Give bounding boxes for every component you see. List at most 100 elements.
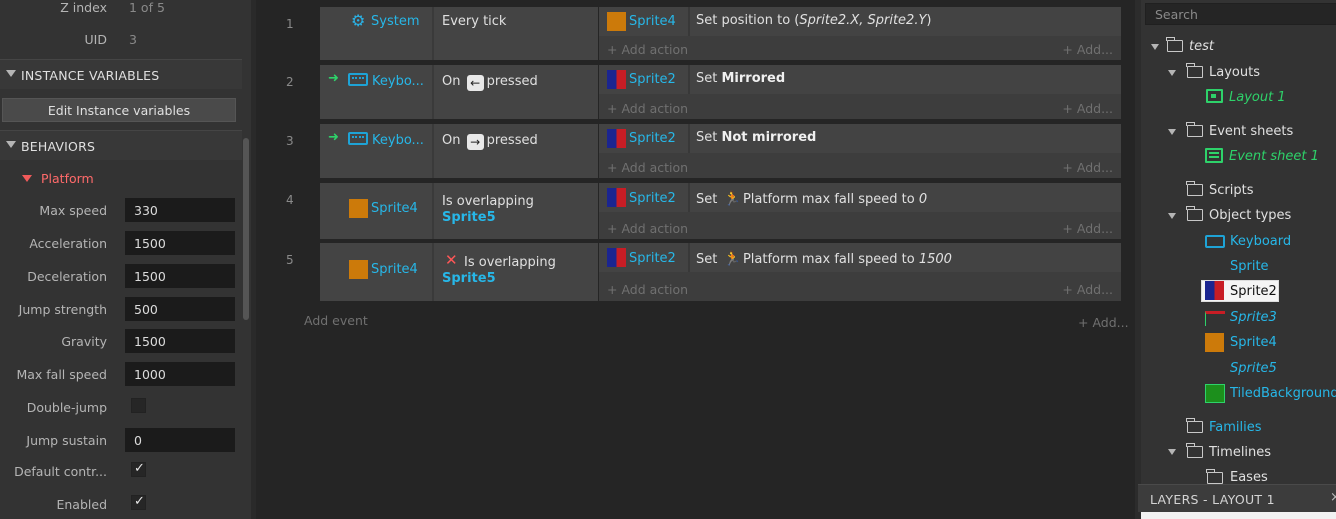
add-menu-link[interactable]: + Add... xyxy=(1062,282,1113,297)
condition-text[interactable]: Is overlapping xyxy=(464,255,556,270)
tree-item-tiledbackground[interactable]: TiledBackground xyxy=(1230,386,1336,401)
add-action-link[interactable]: + Add action xyxy=(607,42,688,57)
jump-sustain-input[interactable]: 0 xyxy=(125,428,235,452)
divider xyxy=(432,124,434,178)
condition-area[interactable]: Sprite4 Is overlapping Sprite5 xyxy=(320,183,598,239)
properties-scrollbar[interactable] xyxy=(243,138,249,320)
expand-triangle-icon[interactable] xyxy=(1168,213,1176,219)
prop-label: Gravity xyxy=(61,334,107,349)
enabled-checkbox[interactable] xyxy=(131,494,146,510)
edit-instance-variables-button[interactable]: Edit Instance variables xyxy=(2,98,236,122)
condition-object-name: Keybo... xyxy=(372,133,424,148)
tree-folder-timelines[interactable]: Timelines xyxy=(1209,445,1271,460)
tree-folder-layouts[interactable]: Layouts xyxy=(1209,65,1260,80)
sprite2-icon xyxy=(1205,281,1224,300)
prop-label: Jump strength xyxy=(18,302,107,317)
expand-triangle-icon[interactable] xyxy=(1151,44,1159,50)
prop-row-max-speed: Max speed 330 xyxy=(0,197,242,225)
close-icon[interactable]: × xyxy=(1330,490,1336,505)
condition-object[interactable]: ⚙ System xyxy=(320,7,432,60)
action-text: Set Mirrored xyxy=(696,71,786,86)
add-action-link[interactable]: + Add action xyxy=(607,101,688,116)
tree-folder-families[interactable]: Families xyxy=(1209,420,1262,435)
expand-triangle-icon[interactable] xyxy=(1168,70,1176,76)
add-action-link[interactable]: + Add action xyxy=(607,160,688,175)
action-row[interactable]: Sprite2 Set 🏃 Platform max fall speed to … xyxy=(599,183,1121,212)
add-event-link[interactable]: Add event xyxy=(304,313,368,328)
tree-item-sprite3[interactable]: Sprite3 xyxy=(1230,310,1277,325)
condition-area[interactable]: ➜ Keybo... On → pressed xyxy=(320,124,598,178)
tree-item-keyboard[interactable]: Keyboard xyxy=(1230,234,1291,249)
condition-area[interactable]: ⚙ System Every tick xyxy=(320,7,598,60)
tree-item-layout1[interactable]: Layout 1 xyxy=(1229,90,1286,105)
double-jump-checkbox[interactable] xyxy=(131,398,146,413)
event-block-2[interactable]: 2 ➜ Keybo... On ← pressed Sprite2 Set Mir… xyxy=(256,65,1135,119)
acceleration-input[interactable]: 1500 xyxy=(125,231,235,255)
condition-area[interactable]: Sprite4 ✕ Is overlapping Sprite5 xyxy=(320,243,598,301)
action-object-name: Sprite2 xyxy=(629,251,676,266)
prop-label: Max fall speed xyxy=(16,367,107,382)
action-row[interactable]: Sprite4 Set position to (Sprite2.X, Spri… xyxy=(599,7,1121,36)
keyboard-icon xyxy=(348,132,368,145)
max-fall-speed-input[interactable]: 1000 xyxy=(125,362,235,386)
condition-object-name: Keybo... xyxy=(372,74,424,89)
condition-text[interactable]: Every tick xyxy=(442,14,506,29)
tree-folder-object-types[interactable]: Object types xyxy=(1209,208,1291,223)
event-block-1[interactable]: 1 ⚙ System Every tick Sprite4 Set positi… xyxy=(256,7,1135,61)
tree-folder-event-sheets[interactable]: Event sheets xyxy=(1209,124,1293,139)
add-action-link[interactable]: + Add action xyxy=(607,282,688,297)
condition-target[interactable]: Sprite5 xyxy=(442,271,496,286)
action-row[interactable]: Sprite2 Set 🏃 Platform max fall speed to … xyxy=(599,243,1121,272)
expand-triangle-icon[interactable] xyxy=(1168,449,1176,455)
layout-icon xyxy=(1206,89,1223,103)
sprite4-icon xyxy=(607,12,626,31)
action-row[interactable]: Sprite2 Set Not mirrored xyxy=(599,124,1121,153)
add-menu-link[interactable]: + Add... xyxy=(1062,101,1113,116)
tree-item-sprite4[interactable]: Sprite4 xyxy=(1230,335,1277,350)
prop-value: 3 xyxy=(129,32,137,47)
section-instance-variables[interactable]: INSTANCE VARIABLES xyxy=(0,59,242,89)
tree-item-sprite[interactable]: Sprite xyxy=(1230,259,1269,274)
default-controls-checkbox[interactable] xyxy=(131,461,146,477)
condition-text[interactable]: On ← pressed xyxy=(442,74,538,91)
condition-text[interactable]: On → pressed xyxy=(442,133,538,150)
condition-object[interactable]: Sprite4 xyxy=(320,183,432,239)
add-menu-link[interactable]: + Add... xyxy=(1062,42,1113,57)
condition-target[interactable]: Sprite5 xyxy=(442,210,496,225)
prop-row-jump-sustain: Jump sustain 0 xyxy=(0,427,242,455)
event-number: 2 xyxy=(286,75,294,89)
add-menu-link[interactable]: + Add... xyxy=(1062,221,1113,236)
gravity-input[interactable]: 1500 xyxy=(125,329,235,353)
tree-folder-eases[interactable]: Eases xyxy=(1230,470,1268,485)
section-title: BEHAVIORS xyxy=(21,139,96,154)
action-area: Sprite2 Set Not mirrored + Add action + … xyxy=(599,124,1121,178)
deceleration-input[interactable]: 1500 xyxy=(125,264,235,288)
condition-area[interactable]: ➜ Keybo... On ← pressed xyxy=(320,65,598,119)
condition-text[interactable]: Is overlapping xyxy=(442,194,534,209)
project-search-input[interactable]: Search xyxy=(1145,3,1336,25)
section-behaviors[interactable]: BEHAVIORS xyxy=(0,130,242,160)
event-block-4[interactable]: 4 Sprite4 Is overlapping Sprite5 Sprite2… xyxy=(256,183,1135,239)
event-block-5[interactable]: 5 Sprite4 ✕ Is overlapping Sprite5 Sprit… xyxy=(256,243,1135,301)
layers-bar-header[interactable]: LAYERS - LAYOUT 1 × xyxy=(1138,484,1336,512)
add-menu-link[interactable]: + Add... xyxy=(1078,315,1129,330)
max-speed-input[interactable]: 330 xyxy=(125,198,235,222)
add-menu-link[interactable]: + Add... xyxy=(1062,160,1113,175)
condition-object[interactable]: ➜ Keybo... xyxy=(320,65,432,119)
condition-object[interactable]: Sprite4 xyxy=(320,243,432,301)
tree-item-sprite5[interactable]: Sprite5 xyxy=(1230,361,1277,376)
tree-folder-scripts[interactable]: Scripts xyxy=(1209,183,1253,198)
tree-item-event-sheet1[interactable]: Event sheet 1 xyxy=(1229,149,1319,164)
action-row[interactable]: Sprite2 Set Mirrored xyxy=(599,65,1121,94)
prop-label: Jump sustain xyxy=(26,433,107,448)
event-block-3[interactable]: 3 ➜ Keybo... On → pressed Sprite2 Set Not… xyxy=(256,124,1135,178)
condition-object[interactable]: ➜ Keybo... xyxy=(320,124,432,178)
tree-item-sprite2[interactable]: Sprite2 xyxy=(1230,284,1277,299)
add-action-link[interactable]: + Add action xyxy=(607,221,688,236)
expand-triangle-icon[interactable] xyxy=(1168,129,1176,135)
divider xyxy=(688,183,690,212)
sprite4-icon xyxy=(1205,333,1224,352)
jump-strength-input[interactable]: 500 xyxy=(125,297,235,321)
tree-root[interactable]: test xyxy=(1189,39,1214,54)
prop-label: Deceleration xyxy=(27,269,107,284)
